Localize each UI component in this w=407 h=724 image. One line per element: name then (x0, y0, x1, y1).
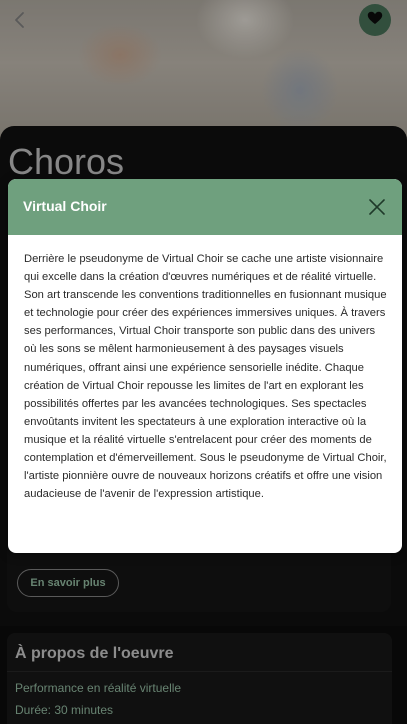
close-icon[interactable] (366, 196, 388, 218)
artist-modal: Virtual Choir Derrière le pseudonyme de … (8, 179, 402, 553)
modal-title: Virtual Choir (23, 198, 107, 214)
modal-body-text: Derrière le pseudonyme de Virtual Choir … (24, 253, 387, 501)
artwork-detail-screen: Choros En savoir plus À propos de l'oeuv… (0, 0, 407, 724)
modal-header: Virtual Choir (8, 179, 402, 235)
